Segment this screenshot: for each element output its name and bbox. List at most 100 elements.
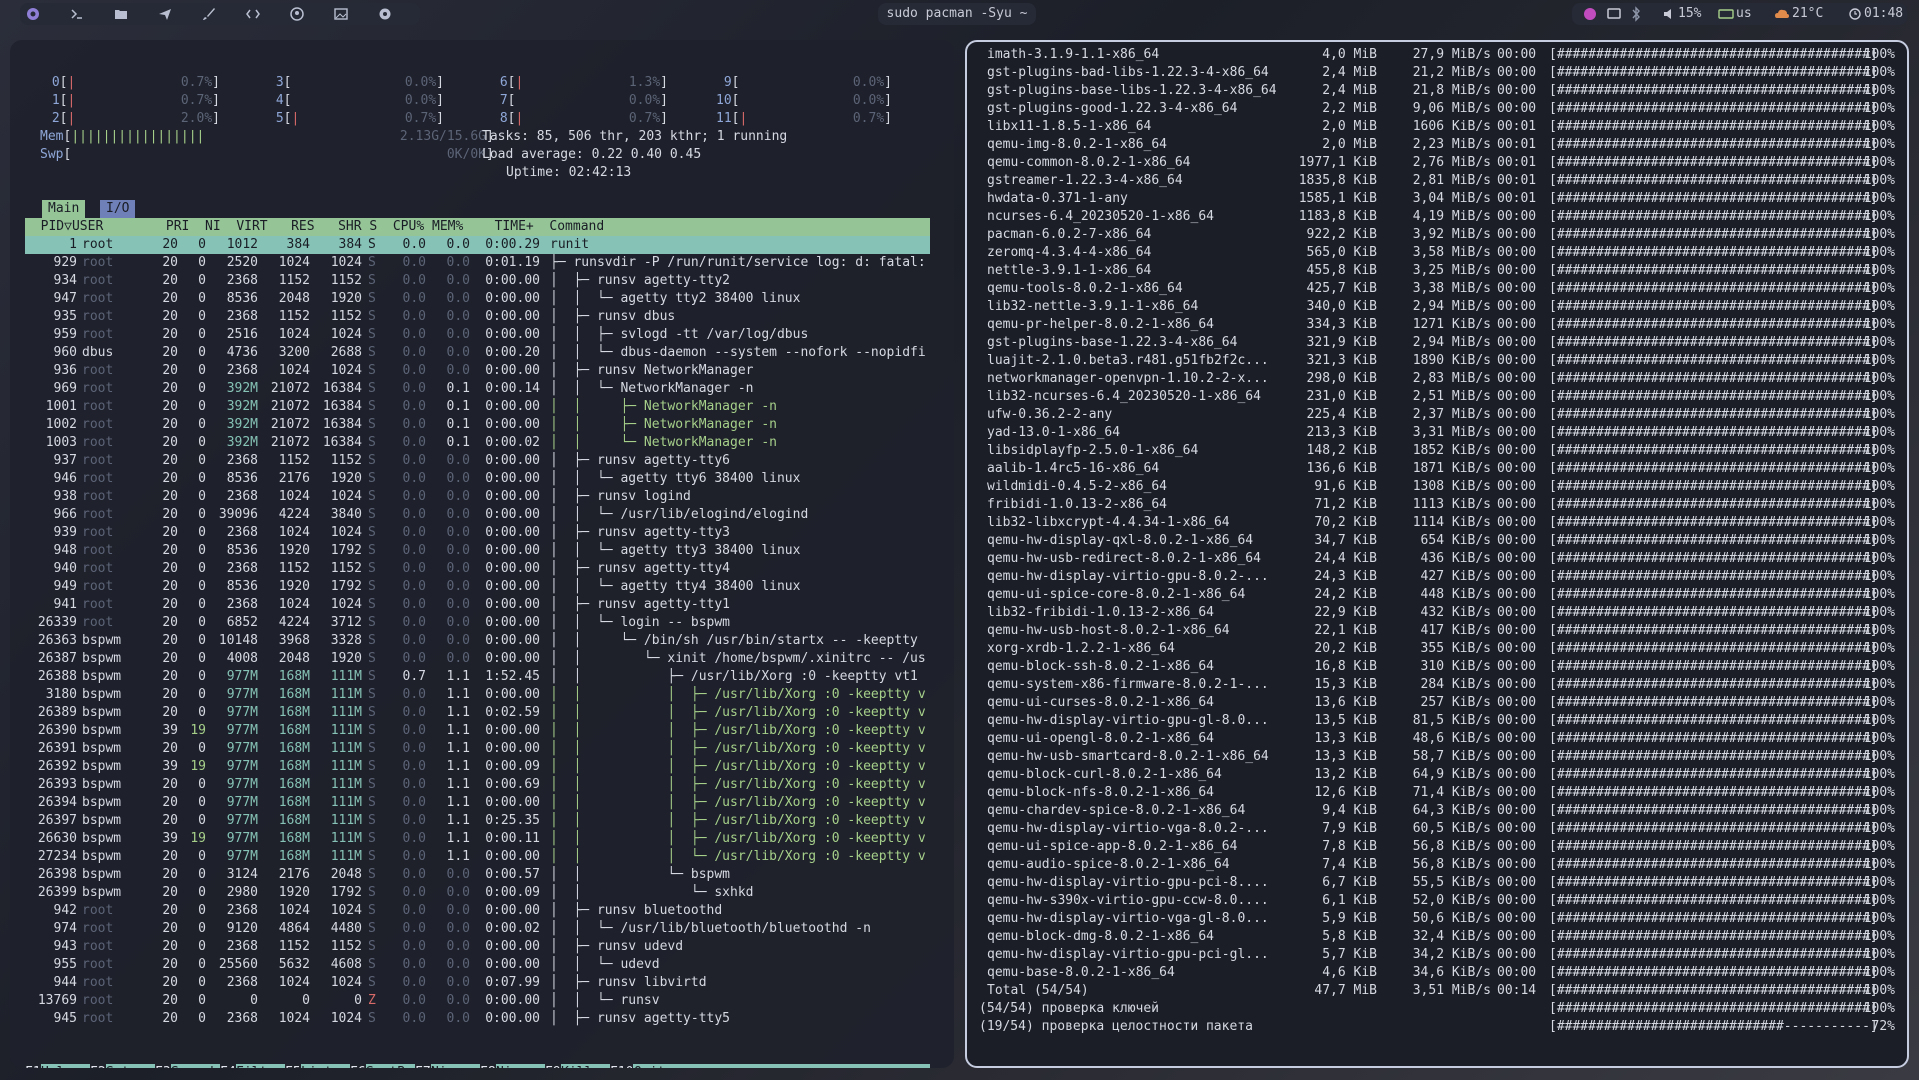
process-row[interactable]: 26393 bspwm 20 0 977M 168M 111M S 0.0 1.1 0:00.69 │… xyxy=(10,776,954,794)
process-row[interactable]: 13769 root 20 0 0 0 0 Z 0.0 0.0 0:00.00 │ │ └─ runs… xyxy=(10,992,954,1010)
download-time: 00:00 xyxy=(1497,821,1537,836)
cell-shr: 111M xyxy=(330,813,362,828)
fkey-f4[interactable]: F4 xyxy=(220,1064,236,1068)
process-row[interactable]: 941 root 20 0 2368 1024 1024 S 0.0 0.0 0:00.00 │ ├─… xyxy=(10,596,954,614)
download-row: lib32-ncurses-6.4_20230520-1-x86_64 231,0… xyxy=(967,388,1907,406)
process-row[interactable]: 948 root 20 0 8536 1920 1792 S 0.0 0.0 0:00.00 │ │ … xyxy=(10,542,954,560)
fkey-label[interactable]: Filter xyxy=(236,1064,283,1068)
fkey-label[interactable]: Setup xyxy=(106,1064,153,1068)
process-row[interactable]: 934 root 20 0 2368 1152 1152 S 0.0 0.0 0:00.00 │ ├─… xyxy=(10,272,954,290)
process-row[interactable]: 26391 bspwm 20 0 977M 168M 111M S 0.0 1.1 0:00.00 │… xyxy=(10,740,954,758)
process-row[interactable]: 1001 root 20 0 392M 21072 16384 S 0.0 0.1 0:00.00 │… xyxy=(10,398,954,416)
fkey-label[interactable]: List xyxy=(301,1064,348,1068)
fkey-f2[interactable]: F2 xyxy=(90,1064,106,1068)
cell-virt: 2980 xyxy=(226,885,258,900)
process-row[interactable]: 3180 bspwm 20 0 977M 168M 111M S 0.0 1.1 0:00.00 │ … xyxy=(10,686,954,704)
htop-terminal[interactable]: 0[| 0.7%] 1[| 0.7%] 2[| 2.0%] 3[0.0%] 4[0.0… xyxy=(10,40,954,1068)
image-icon[interactable] xyxy=(330,3,352,25)
process-row[interactable]: 943 root 20 0 2368 1152 1152 S 0.0 0.0 0:00.00 │ ├─… xyxy=(10,938,954,956)
process-row[interactable]: 947 root 20 0 8536 2048 1920 S 0.0 0.0 0:00.00 │ │ … xyxy=(10,290,954,308)
process-row[interactable]: 26394 bspwm 20 0 977M 168M 111M S 0.0 1.1 0:00.00 │… xyxy=(10,794,954,812)
process-row[interactable]: 940 root 20 0 2368 1152 1152 S 0.0 0.0 0:00.00 │ ├─… xyxy=(10,560,954,578)
process-row[interactable]: 960 dbus 20 0 4736 3200 2688 S 0.0 0.0 0:00.20 │ │ … xyxy=(10,344,954,362)
process-row[interactable]: 945 root 20 0 2368 1024 1024 S 0.0 0.0 0:00.00 │ ├─… xyxy=(10,1010,954,1028)
fkey-label[interactable]: Quit xyxy=(634,1064,681,1068)
clock-time: 01:48 xyxy=(1864,6,1904,21)
fkey-label[interactable]: Search xyxy=(171,1064,218,1068)
process-row[interactable]: 969 root 20 0 392M 21072 16384 S 0.0 0.1 0:00.14 │ … xyxy=(10,380,954,398)
cell-cmd: │ │ └─ /bin/sh /usr/bin/startx -- -keept… xyxy=(550,633,918,648)
cell-s: S xyxy=(368,255,376,270)
keyboard-layout[interactable]: us xyxy=(1736,3,1752,25)
github-icon[interactable] xyxy=(286,3,308,25)
download-name: qemu-hw-usb-host-8.0.2-1-x86_64 xyxy=(987,623,1230,638)
cell-shr: 1024 xyxy=(330,489,362,504)
process-row[interactable]: 929 root 20 0 2520 1024 1024 S 0.0 0.0 0:01.19 ├─ r… xyxy=(10,254,954,272)
process-row[interactable]: 935 root 20 0 2368 1152 1152 S 0.0 0.0 0:00.00 │ ├─… xyxy=(10,308,954,326)
fkey-label[interactable]: Kill xyxy=(561,1064,608,1068)
fkey-label[interactable]: Help xyxy=(41,1064,88,1068)
process-row[interactable]: 937 root 20 0 2368 1152 1152 S 0.0 0.0 0:00.00 │ ├─… xyxy=(10,452,954,470)
process-row[interactable]: 959 root 20 0 2516 1024 1024 S 0.0 0.0 0:00.00 │ │ … xyxy=(10,326,954,344)
fkey-label[interactable]: SortBy xyxy=(366,1064,413,1068)
process-row[interactable]: 955 root 20 0 25560 5632 4608 S 0.0 0.0 0:00.00 │ │… xyxy=(10,956,954,974)
process-row[interactable]: 1 root 20 0 1012 384 384 S 0.0 0.0 0:00.29 runit xyxy=(10,236,954,254)
fkey-f5[interactable]: F5 xyxy=(285,1064,301,1068)
code-icon[interactable] xyxy=(242,3,264,25)
process-row[interactable]: 939 root 20 0 2368 1024 1024 S 0.0 0.0 0:00.00 │ ├─… xyxy=(10,524,954,542)
process-row[interactable]: 26339 root 20 0 6852 4224 3712 S 0.0 0.0 0:00.00 │ … xyxy=(10,614,954,632)
send-icon[interactable] xyxy=(154,3,176,25)
process-row[interactable]: 974 root 20 0 9120 4864 4480 S 0.0 0.0 0:00.02 │ │ … xyxy=(10,920,954,938)
display-icon[interactable] xyxy=(1606,3,1622,25)
process-row[interactable]: 26387 bspwm 20 0 4008 2048 1920 S 0.0 0.0 0:00.00 │… xyxy=(10,650,954,668)
fkey-f3[interactable]: F3 xyxy=(155,1064,171,1068)
cell-shr: 2688 xyxy=(330,345,362,360)
process-row[interactable]: 942 root 20 0 2368 1024 1024 S 0.0 0.0 0:00.00 │ ├─… xyxy=(10,902,954,920)
terminal-icon[interactable] xyxy=(66,3,88,25)
process-row[interactable]: 26397 bspwm 20 0 977M 168M 111M S 0.0 1.1 0:25.35 │… xyxy=(10,812,954,830)
process-row[interactable]: 946 root 20 0 8536 2176 1920 S 0.0 0.0 0:00.00 │ │ … xyxy=(10,470,954,488)
cell-user: root xyxy=(82,255,114,270)
process-row[interactable]: 26363 bspwm 20 0 10148 3968 3328 S 0.0 0.0 0:00.00… xyxy=(10,632,954,650)
process-row[interactable]: 26399 bspwm 20 0 2980 1920 1792 S 0.0 0.0 0:00.09 │… xyxy=(10,884,954,902)
brush-icon[interactable] xyxy=(198,3,220,25)
download-time: 00:00 xyxy=(1497,353,1537,368)
process-row[interactable]: 936 root 20 0 2368 1024 1024 S 0.0 0.0 0:00.00 │ ├─… xyxy=(10,362,954,380)
folder-icon[interactable] xyxy=(110,3,132,25)
process-row[interactable]: 27234 bspwm 20 0 977M 168M 111M S 0.0 1.1 0:00.00 │… xyxy=(10,848,954,866)
download-time: 00:01 xyxy=(1497,155,1537,170)
tab-main[interactable]: Main xyxy=(42,200,86,218)
cell-res: 168M xyxy=(278,831,310,846)
download-name: networkmanager-openvpn-1.10.2-2-x... xyxy=(987,371,1269,386)
fkey-label[interactable]: Nice - xyxy=(431,1064,478,1068)
pacman-terminal[interactable]: imath-3.1.9-1.1-x86_64 4,0 MiB 27,9 MiB/s 0… xyxy=(965,40,1909,1068)
cell-mem: 0.0 xyxy=(446,345,470,360)
tab-io[interactable]: I/O xyxy=(100,200,136,218)
process-row[interactable]: 26392 bspwm 39 19 977M 168M 111M S 0.0 1.1 0:00.09… xyxy=(10,758,954,776)
app-indicator-icon[interactable] xyxy=(1582,3,1598,25)
fkey-f6[interactable]: F6 xyxy=(350,1064,366,1068)
process-row[interactable]: 26390 bspwm 39 19 977M 168M 111M S 0.0 1.1 0:00.00… xyxy=(10,722,954,740)
volume-level[interactable]: 15% xyxy=(1678,3,1701,25)
bluetooth-icon[interactable] xyxy=(1628,3,1644,25)
process-row[interactable]: 949 root 20 0 8536 1920 1792 S 0.0 0.0 0:00.00 │ │ … xyxy=(10,578,954,596)
process-row[interactable]: 26630 bspwm 39 19 977M 168M 111M S 0.0 1.1 0:00.11… xyxy=(10,830,954,848)
volume-icon[interactable] xyxy=(1662,3,1676,25)
fkey-f9[interactable]: F9 xyxy=(545,1064,561,1068)
process-row[interactable]: 966 root 20 0 39096 4224 3840 S 0.0 0.0 0:00.00 │ │… xyxy=(10,506,954,524)
process-row[interactable]: 26388 bspwm 20 0 977M 168M 111M S 0.7 1.1 1:52.45 │… xyxy=(10,668,954,686)
arch-logo-icon[interactable] xyxy=(22,3,44,25)
process-row[interactable]: 26389 bspwm 20 0 977M 168M 111M S 0.0 1.1 0:02.59 │… xyxy=(10,704,954,722)
process-row[interactable]: 938 root 20 0 2368 1024 1024 S 0.0 0.0 0:00.00 │ ├─… xyxy=(10,488,954,506)
fkey-f1[interactable]: F1 xyxy=(25,1064,41,1068)
fkey-f7[interactable]: F7 xyxy=(415,1064,431,1068)
process-row[interactable]: 1003 root 20 0 392M 21072 16384 S 0.0 0.1 0:00.02 │… xyxy=(10,434,954,452)
process-row[interactable]: 944 root 20 0 2368 1024 1024 S 0.0 0.0 0:07.99 │ ├─… xyxy=(10,974,954,992)
process-row[interactable]: 26398 bspwm 20 0 3124 2176 2048 S 0.0 0.0 0:00.57 │… xyxy=(10,866,954,884)
fkey-f10[interactable]: F10 xyxy=(610,1064,634,1068)
fkey-label[interactable]: Nice + xyxy=(496,1064,543,1068)
process-row[interactable]: 1002 root 20 0 392M 21072 16384 S 0.0 0.1 0:00.00 │… xyxy=(10,416,954,434)
fkey-f8[interactable]: F8 xyxy=(480,1064,496,1068)
process-table-header[interactable]: PID▽USER PRI NI VIRT RES SHR S CPU% MEM%… xyxy=(25,218,930,236)
settings-icon[interactable] xyxy=(374,3,396,25)
